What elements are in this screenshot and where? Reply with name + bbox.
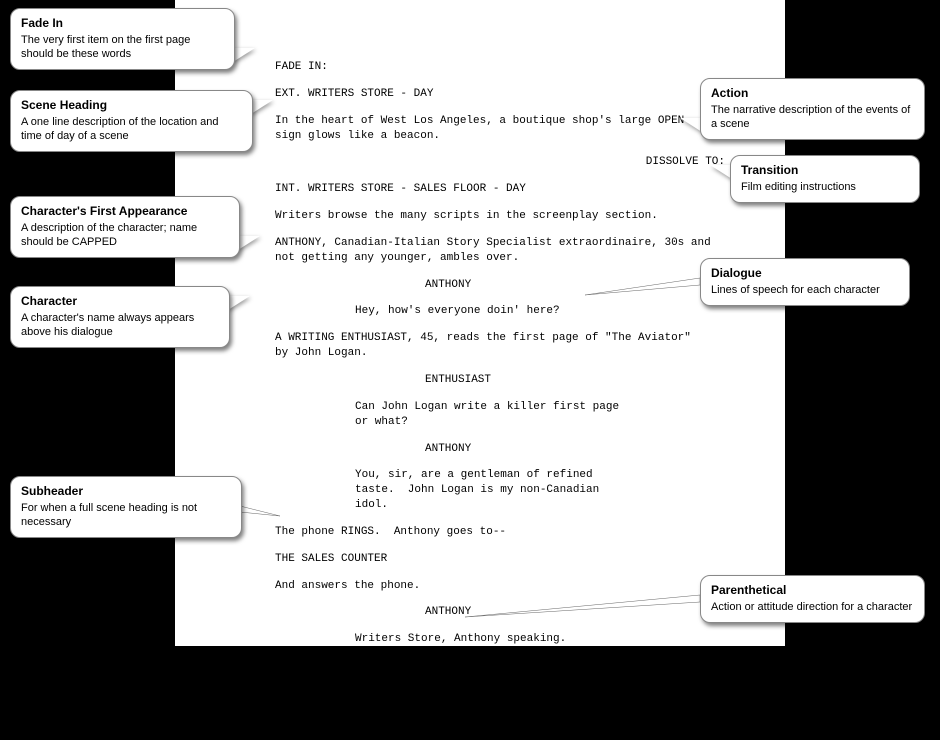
callout-desc: Lines of speech for each character: [711, 283, 899, 297]
callout-tail: [710, 165, 732, 179]
transition-1: DISSOLVE TO:: [275, 155, 775, 170]
callout-desc: The narrative description of the events …: [711, 103, 914, 132]
callout-tail: [680, 118, 702, 132]
callout-tail: [238, 236, 260, 250]
callout-tail: [233, 48, 255, 62]
callout-desc: Film editing instructions: [741, 180, 909, 194]
character-cue-anthony-2: ANTHONY: [425, 442, 775, 457]
callout-desc: The very first item on the first page sh…: [21, 33, 224, 62]
callout-title: Subheader: [21, 484, 231, 500]
callout-dialogue: Dialogue Lines of speech for each charac…: [700, 258, 910, 306]
callout-title: Transition: [741, 163, 909, 179]
dialogue-4: Writers Store, Anthony speaking.: [355, 632, 635, 647]
callout-tail: [228, 296, 250, 310]
dialogue-5: Do you have "Chinatown" in stock?: [355, 713, 635, 728]
callout-scene-heading: Scene Heading A one line description of …: [10, 90, 253, 152]
action-1: In the heart of West Los Angeles, a bout…: [275, 114, 695, 144]
screenplay-body: FADE IN: EXT. WRITERS STORE - DAY In the…: [275, 60, 775, 740]
action-5: The phone RINGS. Anthony goes to--: [275, 525, 775, 540]
action-4: A WRITING ENTHUSIAST, 45, reads the firs…: [275, 331, 695, 361]
character-cue-voice: VOICE: [425, 659, 775, 674]
callout-desc: A one line description of the location a…: [21, 115, 242, 144]
callout-tail: [251, 100, 273, 114]
callout-title: Dialogue: [711, 266, 899, 282]
callout-desc: A description of the character; name sho…: [21, 221, 229, 250]
callout-char-first: Character's First Appearance A descripti…: [10, 196, 240, 258]
callout-desc: Action or attitude direction for a chara…: [711, 600, 914, 614]
callout-desc: For when a full scene heading is not nec…: [21, 501, 231, 530]
callout-title: Scene Heading: [21, 98, 242, 114]
parenthetical-1: (over phone): [390, 686, 775, 701]
callout-subheader: Subheader For when a full scene heading …: [10, 476, 242, 538]
callout-transition: Transition Film editing instructions: [730, 155, 920, 203]
callout-character: Character A character's name always appe…: [10, 286, 230, 348]
action-3: ANTHONY, Canadian-Italian Story Speciali…: [275, 236, 715, 266]
callout-title: Parenthetical: [711, 583, 914, 599]
callout-title: Character: [21, 294, 219, 310]
callout-action: Action The narrative description of the …: [700, 78, 925, 140]
scene-heading-2: INT. WRITERS STORE - SALES FLOOR - DAY: [275, 182, 775, 197]
callout-fade-in: Fade In The very first item on the first…: [10, 8, 235, 70]
callout-title: Fade In: [21, 16, 224, 32]
dialogue-1: Hey, how's everyone doin' here?: [355, 304, 635, 319]
dialogue-3: You, sir, are a gentleman of refined tas…: [355, 468, 635, 513]
fade-in: FADE IN:: [275, 60, 775, 75]
callout-title: Character's First Appearance: [21, 204, 229, 220]
callout-parenthetical: Parenthetical Action or attitude directi…: [700, 575, 925, 623]
callout-desc: A character's name always appears above …: [21, 311, 219, 340]
callout-title: Action: [711, 86, 914, 102]
subheader: THE SALES COUNTER: [275, 552, 775, 567]
character-cue-enthusiast: ENTHUSIAST: [425, 373, 775, 388]
dialogue-2: Can John Logan write a killer first page…: [355, 400, 635, 430]
action-2: Writers browse the many scripts in the s…: [275, 209, 775, 224]
